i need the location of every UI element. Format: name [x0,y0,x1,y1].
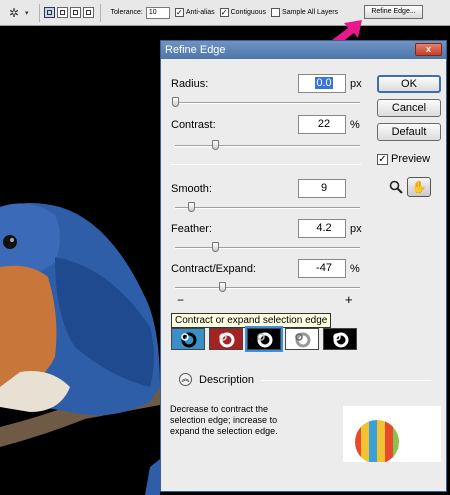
quick-mask-mode-button[interactable] [209,328,243,350]
add-to-selection-button[interactable] [56,7,68,18]
standard-mode-button[interactable] [171,328,205,350]
radius-slider-track[interactable] [175,102,360,104]
checkbox-unchecked-icon [271,8,281,17]
preview-mode-buttons [171,326,357,352]
feather-label: Feather: [171,223,212,235]
feather-slider-thumb[interactable] [212,242,219,252]
contract-expand-slider-track[interactable] [175,287,360,289]
zoom-icon[interactable] [389,180,403,194]
description-illustration [343,406,441,462]
subtract-from-selection-button[interactable] [69,7,81,18]
chevron-up-icon[interactable]: ︽ [179,373,192,386]
anti-alias-label: Anti-alias [185,9,215,16]
intersect-selection-button[interactable] [82,7,94,18]
feather-input[interactable]: 4.2 [298,219,346,238]
preview-checkbox[interactable]: ✓ Preview [377,153,430,165]
on-white-mode-button[interactable] [285,328,319,350]
separator [99,3,101,22]
contrast-slider-track[interactable] [175,145,360,147]
dialog-titlebar[interactable]: Refine Edge x [161,41,446,59]
separator [38,3,40,22]
smooth-slider-thumb[interactable] [188,202,195,212]
options-bar: ✲ ▾ Tolerance: 10 ✓ Anti-alias ✓ Contigu… [0,0,450,26]
dialog-title: Refine Edge [165,44,226,56]
radius-value: 0.0 [315,77,333,89]
on-black-mode-button[interactable] [245,326,283,352]
preview-label: Preview [391,153,431,165]
tolerance-input[interactable]: 10 [145,6,170,19]
radius-slider-thumb[interactable] [172,97,179,107]
close-icon[interactable]: x [415,43,442,56]
description-text: Decrease to contract the selection edge;… [170,404,278,436]
smooth-input[interactable]: 9 [298,179,346,198]
minus-label: − [177,293,185,307]
hand-icon[interactable]: ✋ [407,177,431,197]
contract-expand-unit: % [350,263,360,275]
default-button[interactable]: Default [377,123,441,141]
plus-label: + [345,292,353,307]
cancel-button[interactable]: Cancel [377,99,441,117]
contrast-label: Contrast: [171,119,216,131]
refine-edge-dialog: Refine Edge x Radius: 0.0 px Contrast: 2… [160,40,447,492]
description-label: Description [199,374,255,386]
contiguous-label: Contiguous [230,9,267,16]
mask-mode-button[interactable] [323,328,357,350]
divider [261,380,431,381]
bird-image [0,27,160,495]
tool-preset-dropdown-icon[interactable]: ▾ [25,9,29,17]
contiguous-checkbox[interactable]: ✓ Contiguous [219,8,267,17]
feather-unit: px [350,223,362,235]
ok-button[interactable]: OK [377,75,441,93]
tooltip: Contract or expand selection edge [171,313,332,328]
new-selection-button[interactable] [43,7,55,18]
tolerance-label: Tolerance: [110,9,143,16]
magic-wand-icon[interactable]: ✲ [3,3,25,23]
contrast-unit: % [350,119,360,131]
refine-edge-button[interactable]: Refine Edge... [364,5,423,19]
smooth-slider-track[interactable] [175,207,360,209]
contract-expand-label: Contract/Expand: [171,263,256,275]
contract-expand-slider-thumb[interactable] [219,282,226,292]
radius-label: Radius: [171,78,209,90]
contract-expand-input[interactable]: -47 [298,259,346,278]
feather-slider-track[interactable] [175,247,360,249]
radius-unit: px [350,78,362,90]
contrast-input[interactable]: 22 [298,115,346,134]
divider [171,164,361,165]
checkbox-checked-icon: ✓ [174,8,184,17]
smooth-label: Smooth: [171,183,212,195]
checkbox-checked-icon: ✓ [219,8,229,17]
contrast-slider-thumb[interactable] [212,140,219,150]
checkbox-checked-icon: ✓ [377,153,388,165]
anti-alias-checkbox[interactable]: ✓ Anti-alias [174,8,215,17]
radius-input[interactable]: 0.0 [298,74,346,93]
